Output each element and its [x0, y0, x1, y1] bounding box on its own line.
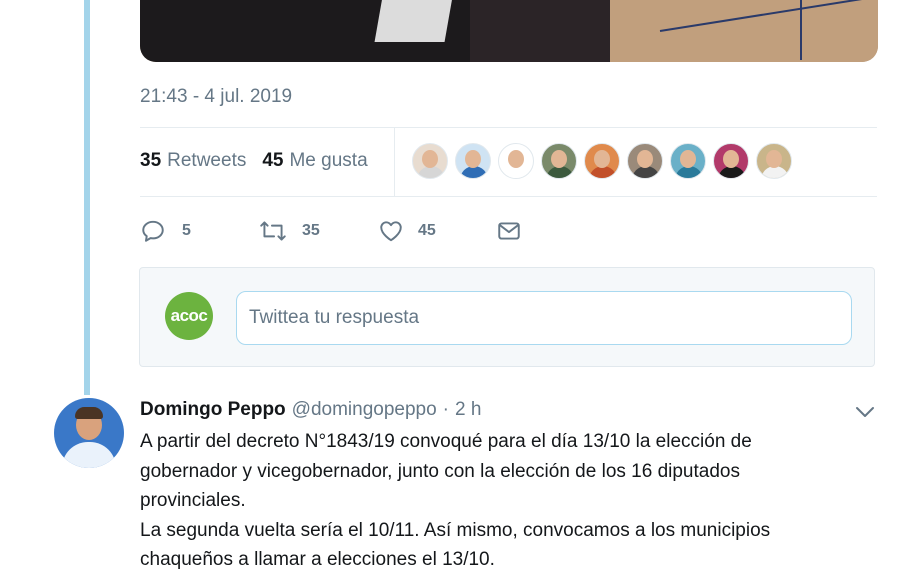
retweets-count: 35 [140, 150, 162, 171]
tweet-text-paragraph: La segunda vuelta sería el 10/11. Así mi… [140, 519, 771, 571]
liker-avatar-2[interactable] [455, 143, 491, 179]
reply-input[interactable] [236, 291, 852, 345]
tweet-stats: 35 Retweets 45 Me gusta [140, 150, 368, 172]
retweet-icon [260, 221, 286, 241]
liker-avatars [412, 143, 792, 179]
likes-label: Me gusta [289, 150, 368, 171]
chevron-down-icon[interactable] [854, 404, 876, 420]
separator-dot: · [442, 399, 449, 420]
retweets-label: Retweets [167, 150, 247, 171]
tweet-text-paragraph: A partir del decreto N°1843/19 convoqué … [140, 431, 752, 511]
liker-avatar-6[interactable] [627, 143, 663, 179]
retweet-button[interactable]: 35 [258, 218, 378, 244]
author-name[interactable]: Domingo Peppo [140, 399, 286, 421]
tweet-header: Domingo Peppo @domingopeppo · 2 h [140, 399, 481, 421]
likes-stat[interactable]: 45 Me gusta [262, 150, 367, 172]
liker-avatar-5[interactable] [584, 143, 620, 179]
liker-avatar-1[interactable] [412, 143, 448, 179]
tweet-media-image[interactable] [140, 0, 878, 62]
current-user-avatar[interactable]: acoc [165, 292, 213, 340]
liker-avatar-7[interactable] [670, 143, 706, 179]
heart-icon [380, 221, 402, 242]
thread-connector-line [84, 0, 90, 395]
divider [140, 196, 877, 197]
retweets-stat[interactable]: 35 Retweets [140, 150, 246, 172]
like-button[interactable]: 45 [378, 218, 496, 244]
tweet-text: A partir del decreto N°1843/19 convoqué … [140, 427, 840, 575]
stats-separator [394, 128, 395, 196]
liker-avatar-3[interactable] [498, 143, 534, 179]
tweet-time[interactable]: 2 h [455, 399, 481, 421]
reply-composer: acoc [139, 267, 875, 367]
current-user-avatar-text: acoc [170, 306, 208, 325]
envelope-icon [498, 222, 520, 240]
tweet-timestamp[interactable]: 21:43 - 4 jul. 2019 [140, 86, 292, 108]
author-handle[interactable]: @domingopeppo [292, 399, 437, 421]
likes-count: 45 [262, 150, 284, 171]
tweet-author-avatar[interactable] [54, 398, 124, 468]
reply-icon [142, 220, 164, 242]
like-count: 45 [418, 222, 436, 239]
reply-count: 5 [182, 222, 191, 239]
divider [140, 127, 877, 128]
tweet-actions: 5 35 45 [140, 218, 522, 244]
retweet-count: 35 [302, 222, 320, 239]
liker-avatar-8[interactable] [713, 143, 749, 179]
liker-avatar-4[interactable] [541, 143, 577, 179]
reply-button[interactable]: 5 [140, 218, 258, 244]
direct-message-button[interactable] [496, 218, 522, 244]
liker-avatar-9[interactable] [756, 143, 792, 179]
